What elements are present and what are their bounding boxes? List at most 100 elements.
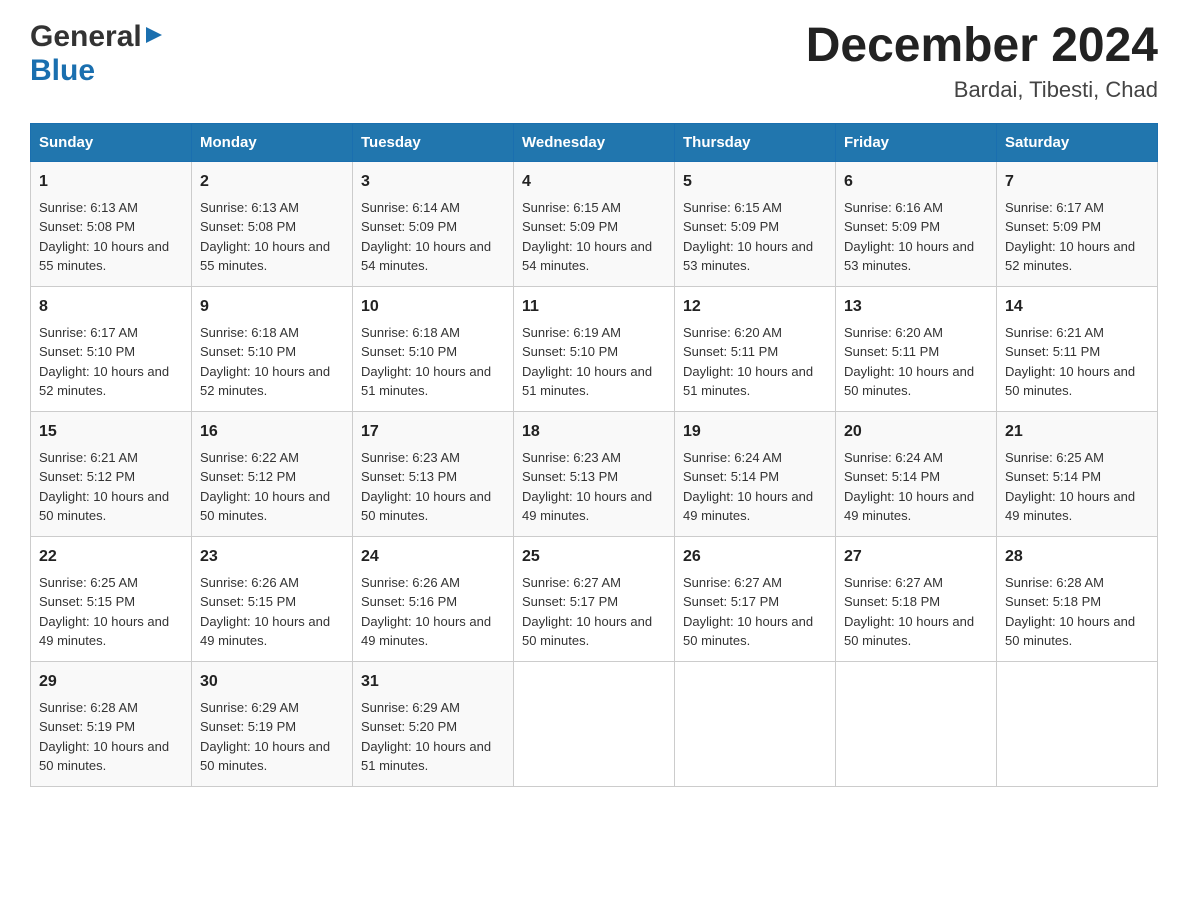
sunset-label: Sunset: 5:19 PM xyxy=(39,719,135,734)
day-number: 6 xyxy=(844,170,988,194)
sunrise-label: Sunrise: 6:14 AM xyxy=(361,200,460,215)
day-cell: 3 Sunrise: 6:14 AM Sunset: 5:09 PM Dayli… xyxy=(353,161,514,286)
day-number: 22 xyxy=(39,545,183,569)
day-number: 4 xyxy=(522,170,666,194)
sunset-label: Sunset: 5:17 PM xyxy=(683,594,779,609)
day-number: 17 xyxy=(361,420,505,444)
col-header-wednesday: Wednesday xyxy=(514,123,675,161)
day-cell: 19 Sunrise: 6:24 AM Sunset: 5:14 PM Dayl… xyxy=(675,411,836,536)
sunset-label: Sunset: 5:10 PM xyxy=(522,344,618,359)
day-cell xyxy=(514,661,675,786)
sunset-label: Sunset: 5:09 PM xyxy=(1005,219,1101,234)
sunset-label: Sunset: 5:12 PM xyxy=(200,469,296,484)
sunset-label: Sunset: 5:13 PM xyxy=(522,469,618,484)
daylight-label: Daylight: 10 hours and 49 minutes. xyxy=(1005,489,1135,524)
sunset-label: Sunset: 5:14 PM xyxy=(683,469,779,484)
day-cell: 15 Sunrise: 6:21 AM Sunset: 5:12 PM Dayl… xyxy=(31,411,192,536)
day-cell: 14 Sunrise: 6:21 AM Sunset: 5:11 PM Dayl… xyxy=(997,286,1158,411)
sunset-label: Sunset: 5:12 PM xyxy=(39,469,135,484)
day-cell: 23 Sunrise: 6:26 AM Sunset: 5:15 PM Dayl… xyxy=(192,536,353,661)
day-cell xyxy=(997,661,1158,786)
sunrise-label: Sunrise: 6:26 AM xyxy=(361,575,460,590)
day-number: 21 xyxy=(1005,420,1149,444)
sunrise-label: Sunrise: 6:24 AM xyxy=(683,450,782,465)
day-cell: 4 Sunrise: 6:15 AM Sunset: 5:09 PM Dayli… xyxy=(514,161,675,286)
daylight-label: Daylight: 10 hours and 50 minutes. xyxy=(361,489,491,524)
day-cell: 12 Sunrise: 6:20 AM Sunset: 5:11 PM Dayl… xyxy=(675,286,836,411)
sunrise-label: Sunrise: 6:15 AM xyxy=(683,200,782,215)
sunset-label: Sunset: 5:19 PM xyxy=(200,719,296,734)
sunset-label: Sunset: 5:11 PM xyxy=(844,344,939,359)
sunset-label: Sunset: 5:15 PM xyxy=(200,594,296,609)
sunrise-label: Sunrise: 6:29 AM xyxy=(200,700,299,715)
sunset-label: Sunset: 5:11 PM xyxy=(683,344,778,359)
day-number: 20 xyxy=(844,420,988,444)
sunrise-label: Sunrise: 6:20 AM xyxy=(844,325,943,340)
sunrise-label: Sunrise: 6:29 AM xyxy=(361,700,460,715)
day-cell: 17 Sunrise: 6:23 AM Sunset: 5:13 PM Dayl… xyxy=(353,411,514,536)
daylight-label: Daylight: 10 hours and 55 minutes. xyxy=(200,239,330,274)
daylight-label: Daylight: 10 hours and 49 minutes. xyxy=(522,489,652,524)
sunset-label: Sunset: 5:10 PM xyxy=(361,344,457,359)
daylight-label: Daylight: 10 hours and 52 minutes. xyxy=(1005,239,1135,274)
daylight-label: Daylight: 10 hours and 51 minutes. xyxy=(522,364,652,399)
day-cell: 2 Sunrise: 6:13 AM Sunset: 5:08 PM Dayli… xyxy=(192,161,353,286)
sunrise-label: Sunrise: 6:25 AM xyxy=(39,575,138,590)
col-header-friday: Friday xyxy=(836,123,997,161)
daylight-label: Daylight: 10 hours and 53 minutes. xyxy=(683,239,813,274)
sunrise-label: Sunrise: 6:27 AM xyxy=(683,575,782,590)
daylight-label: Daylight: 10 hours and 49 minutes. xyxy=(683,489,813,524)
daylight-label: Daylight: 10 hours and 51 minutes. xyxy=(361,364,491,399)
day-number: 31 xyxy=(361,670,505,694)
day-number: 28 xyxy=(1005,545,1149,569)
day-cell: 25 Sunrise: 6:27 AM Sunset: 5:17 PM Dayl… xyxy=(514,536,675,661)
day-cell: 16 Sunrise: 6:22 AM Sunset: 5:12 PM Dayl… xyxy=(192,411,353,536)
day-number: 8 xyxy=(39,295,183,319)
sunset-label: Sunset: 5:09 PM xyxy=(844,219,940,234)
day-cell: 31 Sunrise: 6:29 AM Sunset: 5:20 PM Dayl… xyxy=(353,661,514,786)
sunset-label: Sunset: 5:14 PM xyxy=(1005,469,1101,484)
sunrise-label: Sunrise: 6:16 AM xyxy=(844,200,943,215)
day-cell xyxy=(675,661,836,786)
day-cell: 9 Sunrise: 6:18 AM Sunset: 5:10 PM Dayli… xyxy=(192,286,353,411)
logo-arrow-icon xyxy=(144,25,164,45)
day-cell: 29 Sunrise: 6:28 AM Sunset: 5:19 PM Dayl… xyxy=(31,661,192,786)
sunset-label: Sunset: 5:10 PM xyxy=(200,344,296,359)
day-number: 26 xyxy=(683,545,827,569)
daylight-label: Daylight: 10 hours and 50 minutes. xyxy=(39,739,169,774)
sunrise-label: Sunrise: 6:22 AM xyxy=(200,450,299,465)
day-number: 25 xyxy=(522,545,666,569)
day-cell: 30 Sunrise: 6:29 AM Sunset: 5:19 PM Dayl… xyxy=(192,661,353,786)
day-cell: 6 Sunrise: 6:16 AM Sunset: 5:09 PM Dayli… xyxy=(836,161,997,286)
col-header-monday: Monday xyxy=(192,123,353,161)
day-number: 19 xyxy=(683,420,827,444)
daylight-label: Daylight: 10 hours and 50 minutes. xyxy=(39,489,169,524)
sunset-label: Sunset: 5:15 PM xyxy=(39,594,135,609)
day-number: 24 xyxy=(361,545,505,569)
sunrise-label: Sunrise: 6:28 AM xyxy=(39,700,138,715)
daylight-label: Daylight: 10 hours and 53 minutes. xyxy=(844,239,974,274)
sunrise-label: Sunrise: 6:21 AM xyxy=(39,450,138,465)
page-subtitle: Bardai, Tibesti, Chad xyxy=(806,77,1158,103)
calendar-table: SundayMondayTuesdayWednesdayThursdayFrid… xyxy=(30,123,1158,787)
day-cell: 27 Sunrise: 6:27 AM Sunset: 5:18 PM Dayl… xyxy=(836,536,997,661)
day-cell: 1 Sunrise: 6:13 AM Sunset: 5:08 PM Dayli… xyxy=(31,161,192,286)
daylight-label: Daylight: 10 hours and 50 minutes. xyxy=(200,489,330,524)
daylight-label: Daylight: 10 hours and 52 minutes. xyxy=(39,364,169,399)
week-row-4: 22 Sunrise: 6:25 AM Sunset: 5:15 PM Dayl… xyxy=(31,536,1158,661)
day-number: 2 xyxy=(200,170,344,194)
day-cell: 28 Sunrise: 6:28 AM Sunset: 5:18 PM Dayl… xyxy=(997,536,1158,661)
day-cell: 13 Sunrise: 6:20 AM Sunset: 5:11 PM Dayl… xyxy=(836,286,997,411)
day-number: 14 xyxy=(1005,295,1149,319)
day-cell: 24 Sunrise: 6:26 AM Sunset: 5:16 PM Dayl… xyxy=(353,536,514,661)
col-header-sunday: Sunday xyxy=(31,123,192,161)
daylight-label: Daylight: 10 hours and 50 minutes. xyxy=(1005,364,1135,399)
day-cell: 18 Sunrise: 6:23 AM Sunset: 5:13 PM Dayl… xyxy=(514,411,675,536)
daylight-label: Daylight: 10 hours and 49 minutes. xyxy=(844,489,974,524)
sunrise-label: Sunrise: 6:15 AM xyxy=(522,200,621,215)
day-cell: 5 Sunrise: 6:15 AM Sunset: 5:09 PM Dayli… xyxy=(675,161,836,286)
sunrise-label: Sunrise: 6:18 AM xyxy=(200,325,299,340)
week-row-2: 8 Sunrise: 6:17 AM Sunset: 5:10 PM Dayli… xyxy=(31,286,1158,411)
daylight-label: Daylight: 10 hours and 55 minutes. xyxy=(39,239,169,274)
day-cell: 8 Sunrise: 6:17 AM Sunset: 5:10 PM Dayli… xyxy=(31,286,192,411)
